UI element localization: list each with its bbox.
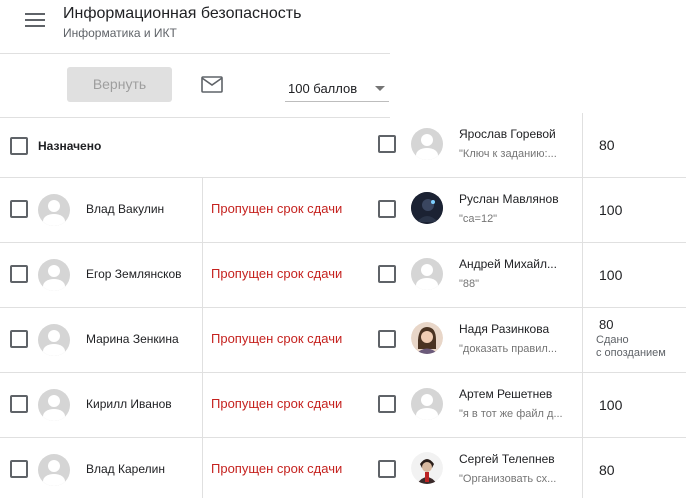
avatar-placeholder-icon [38,324,70,356]
avatar-photo-icon [411,192,443,224]
assigned-label: Назначено [38,139,102,153]
student-checkbox[interactable] [10,460,28,478]
student-checkbox[interactable] [10,265,28,283]
divider [202,308,203,373]
divider [582,373,583,438]
status-missing: Пропущен срок сдачи [211,396,343,411]
status-missing: Пропущен срок сдачи [211,201,343,216]
student-checkbox[interactable] [378,135,396,153]
avatar-placeholder-icon [411,258,443,290]
student-row[interactable]: Влад Карелин Пропущен срок сдачи [0,438,370,498]
student-name: Марина Зенкина [86,332,179,346]
points-select[interactable]: 100 баллов [285,76,389,102]
status-missing: Пропущен срок сдачи [211,461,343,476]
private-comment: "са=12" [459,213,498,225]
select-all-checkbox[interactable] [10,137,28,155]
private-comment: "я в тот же файл д... [459,408,563,420]
submission-row[interactable]: Надя Разинкова "доказать правил... 80 Сд… [370,308,686,373]
student-row[interactable]: Марина Зенкина Пропущен срок сдачи [0,308,370,373]
page-title: Информационная безопасность [63,5,302,22]
grade-value[interactable]: 100 [599,267,622,283]
grade-value[interactable]: 100 [599,202,622,218]
student-name: Артем Решетнев [459,387,553,401]
divider [582,243,583,308]
student-row[interactable]: Кирилл Иванов Пропущен срок сдачи [0,373,370,438]
private-comment: "88" [459,278,480,290]
student-checkbox[interactable] [378,265,396,283]
submission-row[interactable]: Ярослав Горевой "Ключ к заданию:... 80 [370,113,686,178]
student-checkbox[interactable] [378,330,396,348]
submission-row[interactable]: Руслан Мавлянов "са=12" 100 [370,178,686,243]
divider [582,308,583,373]
student-name: Влад Карелин [86,462,165,476]
grade-value[interactable]: 80 [599,137,615,153]
grade-value[interactable]: 80 [599,317,613,332]
divider [582,178,583,243]
private-comment: "Организовать сх... [459,473,557,485]
divider [202,373,203,438]
student-name: Ярослав Горевой [459,127,556,141]
divider [582,438,583,498]
avatar-placeholder-icon [38,454,70,486]
points-value: 100 баллов [288,81,358,96]
private-comment: "Ключ к заданию:... [459,148,557,160]
student-name: Кирилл Иванов [86,397,172,411]
late-line-2: с опозданием [596,347,666,359]
return-button[interactable]: Вернуть [67,67,172,102]
submission-row[interactable]: Артем Решетнев "я в тот же файл д... 100 [370,373,686,438]
divider [582,113,583,178]
avatar-placeholder-icon [38,194,70,226]
student-row[interactable]: Егор Землянсков Пропущен срок сдачи [0,243,370,308]
toolbar: Вернуть 100 баллов [0,54,390,118]
student-name: Надя Разинкова [459,322,550,336]
page-subtitle: Информатика и ИКТ [63,26,177,40]
mail-icon[interactable] [201,76,223,93]
assigned-header: Назначено [0,119,370,178]
dropdown-arrow-icon [375,86,385,91]
student-checkbox[interactable] [10,200,28,218]
student-checkbox[interactable] [378,200,396,218]
avatar-photo-icon [411,322,443,354]
divider [202,243,203,308]
submission-row[interactable]: Андрей Михайл... "88" 100 [370,243,686,308]
student-checkbox[interactable] [378,460,396,478]
student-checkbox[interactable] [10,395,28,413]
student-row[interactable]: Влад Вакулин Пропущен срок сдачи [0,178,370,243]
avatar-photo-icon [411,452,443,484]
student-name: Сергей Телепнев [459,452,555,466]
late-line-1: Сдано [596,334,629,346]
student-name: Руслан Мавлянов [459,192,559,206]
student-name: Егор Землянсков [86,267,182,281]
grade-value[interactable]: 100 [599,397,622,413]
student-name: Андрей Михайл... [459,257,557,271]
student-checkbox[interactable] [378,395,396,413]
divider [202,178,203,243]
status-missing: Пропущен срок сдачи [211,266,343,281]
avatar-placeholder-icon [411,128,443,160]
avatar-placeholder-icon [38,259,70,291]
late-submission-note: Сдано с опозданием [596,334,666,360]
avatar-placeholder-icon [411,388,443,420]
divider [202,438,203,498]
submission-row[interactable]: Сергей Телепнев "Организовать сх... 80 [370,438,686,498]
status-missing: Пропущен срок сдачи [211,331,343,346]
app-header: Информационная безопасность Информатика … [0,0,390,54]
grade-value[interactable]: 80 [599,462,615,478]
hamburger-menu-icon[interactable] [25,13,45,29]
student-checkbox[interactable] [10,330,28,348]
avatar-placeholder-icon [38,389,70,421]
student-name: Влад Вакулин [86,202,165,216]
private-comment: "доказать правил... [459,343,558,355]
